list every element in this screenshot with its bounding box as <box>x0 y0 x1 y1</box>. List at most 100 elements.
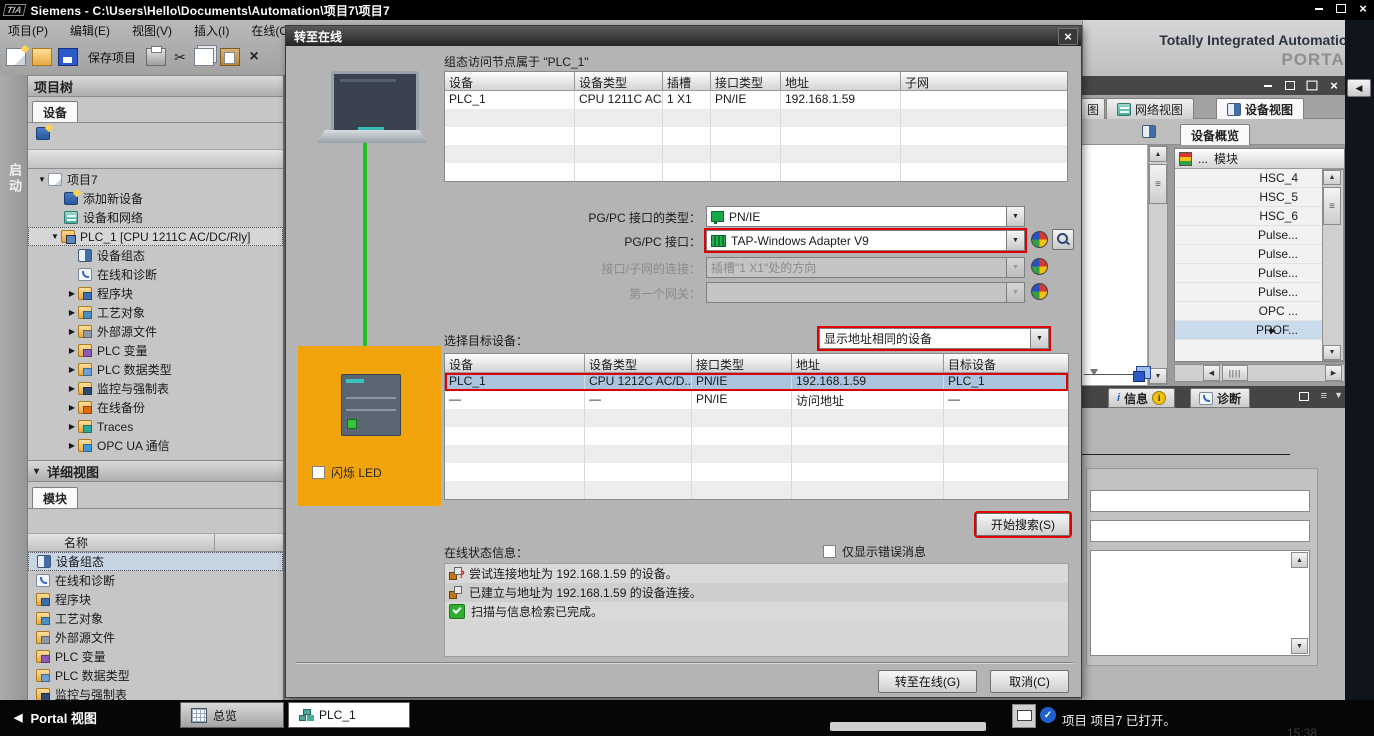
tab-module[interactable]: 模块 <box>32 487 78 508</box>
scroll-left-icon[interactable]: ◀ <box>1203 365 1220 381</box>
device-view-canvas[interactable] <box>1082 145 1148 385</box>
flash-led-checkbox[interactable] <box>312 466 325 479</box>
tab-device-overview[interactable]: 设备概览 <box>1180 124 1250 145</box>
module-row[interactable]: Pulse... <box>1175 283 1324 302</box>
table-row[interactable]: PLC_1 CPU 1211C AC/D... 1 X1 PN/IE 192.1… <box>445 91 1067 109</box>
module-row[interactable]: Pulse... <box>1175 264 1324 283</box>
nav-start-label[interactable]: 启动 <box>5 163 24 195</box>
tree-item-traces[interactable]: ▶ Traces <box>28 417 283 436</box>
dialog-close-icon[interactable]: × <box>1058 28 1078 45</box>
tab-devices[interactable]: 设备 <box>32 101 78 122</box>
caret-down-icon[interactable]: ▼ <box>36 175 48 184</box>
detail-item-online-diagnostics[interactable]: 在线和诊断 <box>28 571 283 590</box>
dropdown-icon[interactable]: ▼ <box>1006 231 1024 250</box>
status-list-icon[interactable] <box>1012 704 1036 728</box>
detail-item-plc-tags[interactable]: PLC 变量 <box>28 647 283 666</box>
tree-item-online-backups[interactable]: ▶ 在线备份 <box>28 398 283 417</box>
caret-right-icon[interactable]: ▶ <box>1267 326 1279 335</box>
browse-interface-button[interactable] <box>1052 229 1074 250</box>
caret-right-icon[interactable]: ▶ <box>66 422 78 431</box>
caret-right-icon[interactable]: ▶ <box>66 346 78 355</box>
scroll-right-icon[interactable]: ▶ <box>1325 365 1342 381</box>
menu-view[interactable]: 视图(V) <box>132 22 172 39</box>
minimize-icon[interactable] <box>1312 2 1326 15</box>
accessible-devices-icon[interactable] <box>1031 231 1048 248</box>
caret-down-icon[interactable]: ▼ <box>49 232 61 241</box>
tree-item-online-diagnostics[interactable]: 在线和诊断 <box>28 265 283 284</box>
cut-icon[interactable]: ✂ <box>172 49 188 66</box>
tree-item-devices-networks[interactable]: 设备和网络 <box>28 208 283 227</box>
scroll-up-icon[interactable]: ▲ <box>1291 552 1308 568</box>
module-row[interactable]: HSC_4 <box>1175 169 1324 188</box>
start-search-button[interactable]: 开始搜索(S) <box>976 513 1070 536</box>
list-icon[interactable]: ≡ <box>1321 390 1327 402</box>
tree-item-add-device[interactable]: 添加新设备 <box>28 189 283 208</box>
tab-network-view[interactable]: 网络视图 <box>1106 98 1194 119</box>
tree-item-watch-tables[interactable]: ▶ 监控与强制表 <box>28 379 283 398</box>
scroll-up-icon[interactable]: ▲ <box>1149 146 1167 162</box>
scroll-down-icon[interactable]: ▼ <box>1323 345 1341 360</box>
portal-view-switch[interactable]: ◀ Portal 视图 <box>14 708 97 727</box>
chevron-down-icon[interactable]: ▾ <box>34 466 39 477</box>
canvas-vertical-scrollbar[interactable]: ▲ ≡ ▼ <box>1148 145 1168 385</box>
tree-item-project[interactable]: ▼ 项目7 <box>28 170 283 189</box>
tab-info[interactable]: i 信息 i <box>1108 388 1175 408</box>
menu-project[interactable]: 项目(P) <box>8 22 48 39</box>
table-row[interactable] <box>445 409 1068 427</box>
tab-diagnostics[interactable]: 诊断 <box>1190 388 1250 408</box>
inspector-input-1[interactable] <box>1090 490 1310 512</box>
tree-item-opc-ua[interactable]: ▶ OPC UA 通信 <box>28 436 283 455</box>
table-row[interactable] <box>445 145 1067 163</box>
overview-horizontal-scrollbar[interactable]: ◀ |||| ▶ <box>1174 364 1345 382</box>
detail-item-plc-datatypes[interactable]: PLC 数据类型 <box>28 666 283 685</box>
tree-item-device-config[interactable]: 设备组态 <box>28 246 283 265</box>
collapse-right-panel-button[interactable]: ◀ <box>1347 79 1371 97</box>
module-row[interactable]: Pulse... <box>1175 226 1324 245</box>
print-icon[interactable] <box>146 48 166 66</box>
accessible-devices-icon[interactable] <box>1031 283 1048 300</box>
target-device-row[interactable]: — — PN/IE 访问地址 — <box>445 391 1068 409</box>
pgpc-type-combo[interactable]: PN/IE ▼ <box>706 206 1025 227</box>
inspector-input-2[interactable] <box>1090 520 1310 542</box>
scroll-down-icon[interactable]: ▼ <box>1291 638 1308 654</box>
table-row[interactable] <box>445 109 1067 127</box>
scroll-up-icon[interactable]: ▲ <box>1323 170 1341 185</box>
caret-right-icon[interactable]: ▶ <box>66 308 78 317</box>
tree-item-plc-datatypes[interactable]: ▶ PLC 数据类型 <box>28 360 283 379</box>
open-project-icon[interactable] <box>32 48 52 66</box>
table-row[interactable] <box>445 127 1067 145</box>
device-select-icon[interactable] <box>1142 125 1156 138</box>
inspector-textarea[interactable]: ▲ ▼ <box>1090 550 1310 656</box>
detail-item-program-blocks[interactable]: 程序块 <box>28 590 283 609</box>
scroll-grip[interactable]: ≡ <box>1149 164 1167 204</box>
tree-item-external-sources[interactable]: ▶ 外部源文件 <box>28 322 283 341</box>
taskbar-overview-button[interactable]: 总览 <box>180 702 284 728</box>
module-row[interactable]: HSC_6 <box>1175 207 1324 226</box>
tree-item-program-blocks[interactable]: ▶ 程序块 <box>28 284 283 303</box>
taskbar-plc-button[interactable]: PLC_1 <box>288 702 410 728</box>
accessible-devices-icon[interactable] <box>1031 258 1048 275</box>
menu-insert[interactable]: 插入(I) <box>194 22 229 39</box>
tree-item-plc-tags[interactable]: ▶ PLC 变量 <box>28 341 283 360</box>
module-row[interactable]: OPC ... <box>1175 302 1324 321</box>
table-row[interactable] <box>445 463 1068 481</box>
dropdown-icon[interactable]: ▼ <box>1006 207 1024 226</box>
scroll-down-icon[interactable]: ▼ <box>1149 368 1167 384</box>
module-row[interactable]: Pulse... <box>1175 245 1324 264</box>
table-row[interactable] <box>445 481 1068 499</box>
module-row[interactable]: HSC_5 <box>1175 188 1324 207</box>
menu-edit[interactable]: 编辑(E) <box>70 22 110 39</box>
caret-right-icon[interactable]: ▶ <box>66 327 78 336</box>
scroll-grip[interactable]: |||| <box>1222 365 1248 381</box>
overview-vertical-scrollbar[interactable]: ▲ ≡ ▼ <box>1322 169 1344 361</box>
detail-item-technology-objects[interactable]: 工艺对象 <box>28 609 283 628</box>
caret-right-icon[interactable]: ▶ <box>66 384 78 393</box>
cancel-button[interactable]: 取消(C) <box>990 670 1069 693</box>
minimize-icon[interactable] <box>1261 79 1275 92</box>
fit-view-icon[interactable] <box>1136 366 1151 379</box>
float-panel-icon[interactable] <box>1297 390 1311 403</box>
tab-device-view[interactable]: 设备视图 <box>1216 98 1304 119</box>
device-filter-combo[interactable]: 显示地址相同的设备 ▼ <box>819 328 1049 349</box>
detail-item-external-sources[interactable]: 外部源文件 <box>28 628 283 647</box>
caret-right-icon[interactable]: ▶ <box>66 365 78 374</box>
